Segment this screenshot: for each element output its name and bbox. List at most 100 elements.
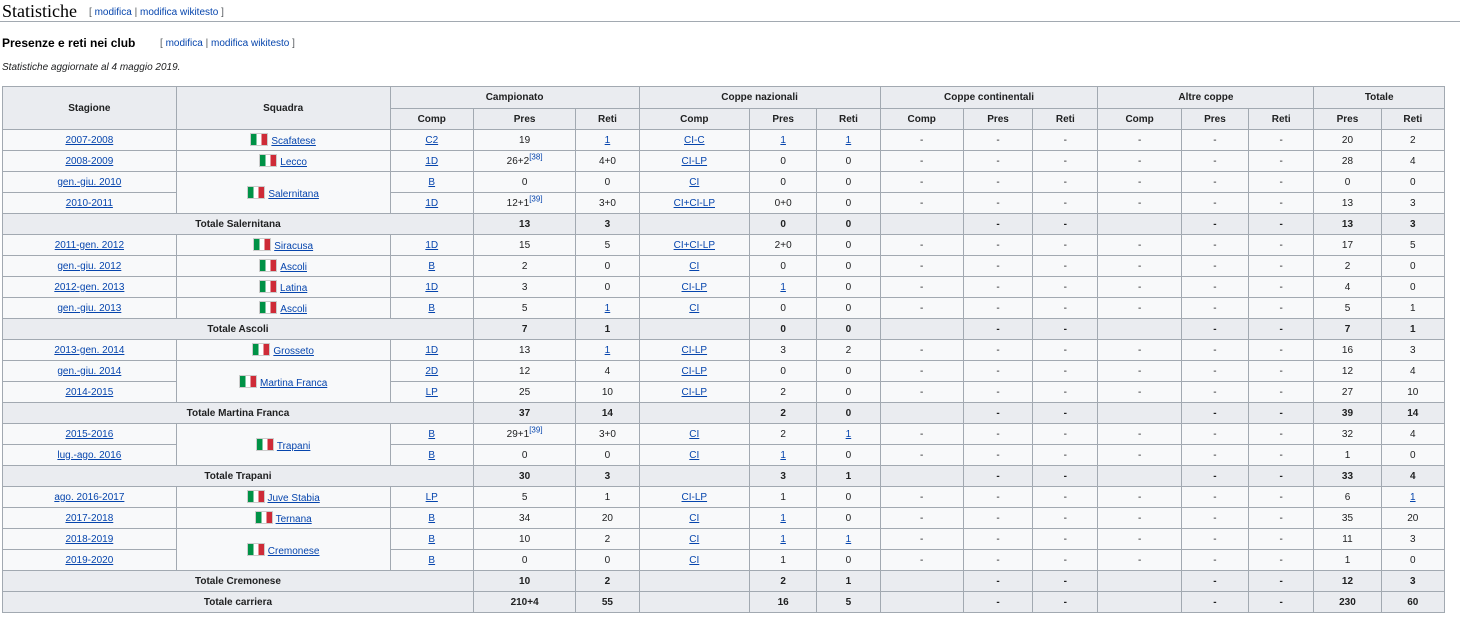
reference-link[interactable]: [38] [529, 152, 542, 161]
season-link[interactable]: lug.-ago. 2016 [57, 450, 121, 461]
season-link[interactable]: 2018-2019 [65, 534, 113, 545]
team-link[interactable]: Siracusa [274, 241, 313, 252]
team-link[interactable]: Cremonese [268, 546, 320, 557]
season-link[interactable]: 2011-gen. 2012 [55, 240, 124, 251]
cup-pres-link[interactable]: 1 [780, 282, 786, 293]
cell: 1 [816, 465, 881, 487]
cup-goals-link[interactable]: 1 [846, 534, 852, 545]
competition-link[interactable]: B [428, 555, 435, 566]
season-link[interactable]: 2008-2009 [65, 156, 113, 167]
cell: - [1097, 528, 1182, 550]
competition-link[interactable]: CI-LP [682, 387, 708, 398]
team-link[interactable]: Salernitana [268, 189, 319, 200]
competition-link[interactable]: CI [689, 513, 699, 524]
competition-link[interactable]: 1D [425, 240, 438, 251]
competition-link[interactable]: CI [689, 555, 699, 566]
team-link[interactable]: Grosseto [273, 346, 314, 357]
competition-link[interactable]: CI-LP [682, 156, 708, 167]
competition-link[interactable]: 1D [425, 282, 438, 293]
competition-link[interactable]: CI [689, 450, 699, 461]
team-link[interactable]: Martina Franca [260, 378, 327, 389]
total-goals-link[interactable]: 1 [1410, 492, 1416, 503]
season-link[interactable]: gen.-giu. 2010 [57, 177, 121, 188]
competition-link[interactable]: CI-LP [682, 345, 708, 356]
team-link[interactable]: Ascoli [280, 304, 307, 315]
competition-link[interactable]: LP [426, 492, 438, 503]
cup-pres-link[interactable]: 1 [780, 513, 786, 524]
cell: 5 [575, 234, 640, 256]
season-link[interactable]: 2019-2020 [65, 555, 113, 566]
cell: - [1032, 234, 1099, 256]
competition-link[interactable]: LP [426, 387, 438, 398]
competition-link[interactable]: C2 [425, 135, 438, 146]
edit-link[interactable]: modifica [95, 7, 132, 18]
competition-link[interactable]: B [428, 261, 435, 272]
competition-link[interactable]: B [428, 534, 435, 545]
competition-link[interactable]: CI-C [684, 135, 705, 146]
cell: 2+0 [749, 234, 818, 256]
goals-link[interactable]: 1 [605, 303, 611, 314]
competition-link[interactable]: CI-LP [682, 366, 708, 377]
competition-link[interactable]: CI+CI-LP [674, 240, 715, 251]
season-link[interactable]: 2015-2016 [65, 429, 113, 440]
cell: - [879, 297, 964, 319]
season-link[interactable]: ago. 2016-2017 [54, 492, 124, 503]
edit-link[interactable]: modifica [166, 38, 203, 49]
team-link[interactable]: Ascoli [280, 262, 307, 273]
team-link[interactable]: Juve Stabia [268, 493, 320, 504]
competition-link[interactable]: 1D [425, 156, 438, 167]
reference-link[interactable]: [39] [529, 425, 542, 434]
competition-link[interactable]: 1D [425, 198, 438, 209]
season-link[interactable]: gen.-giu. 2014 [57, 366, 121, 377]
competition-link[interactable]: B [428, 513, 435, 524]
competition-link[interactable]: B [428, 303, 435, 314]
cell: 17 [1313, 234, 1382, 256]
competition-link[interactable]: CI [689, 534, 699, 545]
edit-source-link[interactable]: modifica wikitesto [140, 7, 218, 18]
competition-link[interactable]: CI [689, 177, 699, 188]
italy-flag-icon [253, 238, 272, 251]
cell: 0 [575, 276, 640, 298]
season-link[interactable]: 2013-gen. 2014 [54, 345, 124, 356]
reference-link[interactable]: [39] [529, 194, 542, 203]
competition-link[interactable]: CI+CI-LP [674, 198, 715, 209]
cell: - [962, 528, 1034, 550]
cup-goals-link[interactable]: 1 [846, 135, 852, 146]
competition-link[interactable]: B [428, 177, 435, 188]
competition-link[interactable]: CI-LP [682, 492, 708, 503]
cup-pres-link[interactable]: 1 [780, 135, 786, 146]
season-link[interactable]: 2014-2015 [65, 387, 113, 398]
team-link[interactable]: Lecco [280, 157, 307, 168]
team-link[interactable]: Scafatese [271, 136, 315, 147]
competition-link[interactable]: CI-LP [682, 282, 708, 293]
season-link[interactable]: 2007-2008 [65, 135, 113, 146]
header-comp: Comp [638, 108, 751, 130]
season-link[interactable]: gen.-giu. 2012 [57, 261, 121, 272]
competition-link[interactable]: 1D [425, 345, 438, 356]
competition-link[interactable]: CI [689, 303, 699, 314]
competition-link[interactable]: B [428, 450, 435, 461]
cup-pres-link[interactable]: 1 [780, 450, 786, 461]
edit-source-link[interactable]: modifica wikitesto [211, 38, 289, 49]
season-link[interactable]: 2012-gen. 2013 [54, 282, 124, 293]
competition-link[interactable]: CI [689, 429, 699, 440]
cell: - [1180, 486, 1250, 508]
season-link[interactable]: gen.-giu. 2013 [57, 303, 121, 314]
team-link[interactable]: Trapani [277, 441, 311, 452]
competition-link[interactable]: CI [689, 261, 699, 272]
cup-goals-link[interactable]: 1 [846, 429, 852, 440]
cell: - [1248, 129, 1315, 151]
competition-link[interactable]: B [428, 429, 435, 440]
cell: 20 [575, 507, 640, 529]
competition-link[interactable]: 2D [425, 366, 438, 377]
team-link[interactable]: Latina [280, 283, 307, 294]
cell [1097, 213, 1182, 235]
goals-link[interactable]: 1 [605, 135, 611, 146]
cell: - [1248, 318, 1315, 340]
cell: 33 [1313, 465, 1382, 487]
cup-pres-link[interactable]: 1 [780, 534, 786, 545]
goals-link[interactable]: 1 [605, 345, 611, 356]
season-link[interactable]: 2010-2011 [66, 198, 113, 209]
season-link[interactable]: 2017-2018 [65, 513, 113, 524]
team-link[interactable]: Ternana [276, 514, 312, 525]
